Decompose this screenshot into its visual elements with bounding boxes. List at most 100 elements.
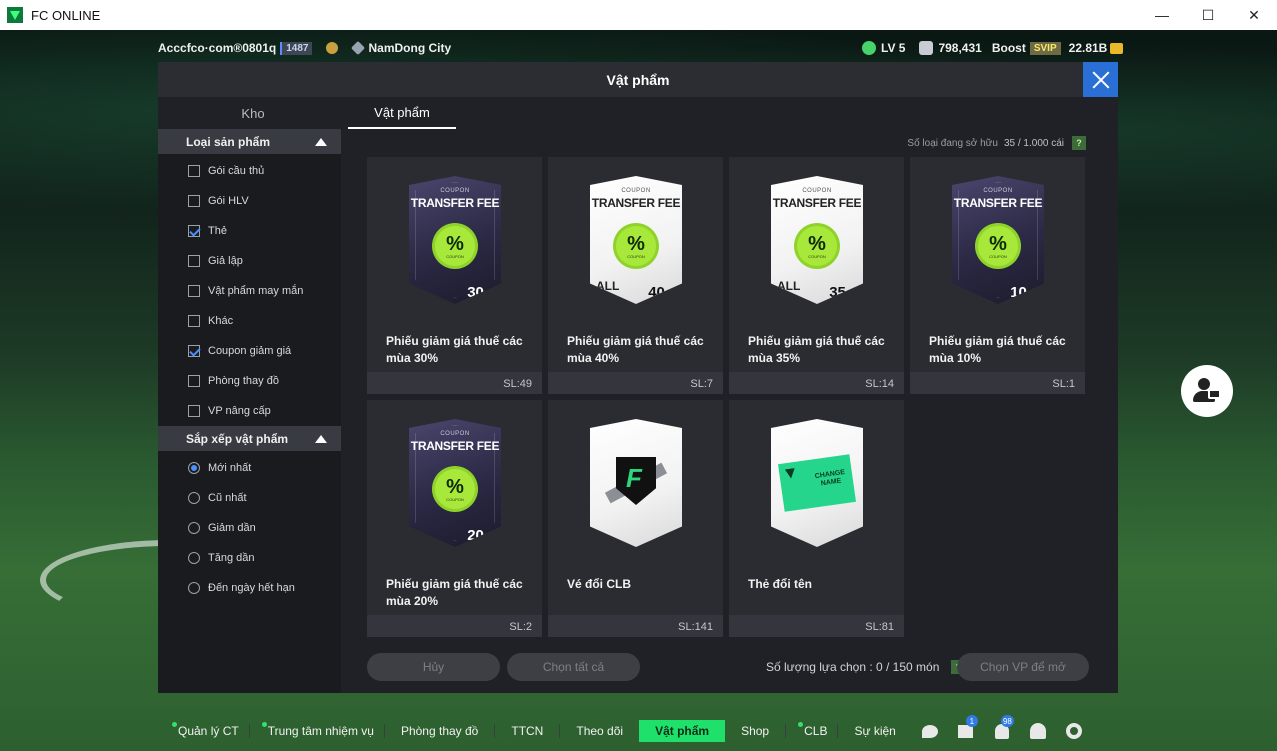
bp-coin-icon xyxy=(1110,42,1124,54)
help-icon[interactable]: ? xyxy=(1072,136,1086,150)
notification-dot xyxy=(261,722,267,727)
filter-option[interactable]: Giả lập xyxy=(158,246,341,276)
select-all-button[interactable]: Chọn tất cả xyxy=(507,653,640,681)
checkbox[interactable] xyxy=(188,405,200,417)
nav-item[interactable]: Quản lý CT xyxy=(160,720,249,742)
notification-dot xyxy=(172,722,177,727)
filter-option[interactable]: Coupon giảm giá xyxy=(158,336,341,366)
chat-icon[interactable] xyxy=(912,718,948,744)
cancel-button[interactable]: Hủy xyxy=(367,653,500,681)
filter-option[interactable]: Gói cầu thủ xyxy=(158,156,341,186)
mailbox-icon[interactable]: 1 xyxy=(948,715,984,744)
item-card[interactable]: COUPON TRANSFER FEE% COUPON 30% DISCOUNT Phiế… xyxy=(367,157,542,394)
item-quantity: SL:81 xyxy=(865,621,894,633)
settings-gear-icon[interactable] xyxy=(1056,718,1092,744)
item-quantity: SL:49 xyxy=(503,378,532,390)
filter-option[interactable]: VP nâng cấp xyxy=(158,396,341,426)
discount-caption: BONUS xyxy=(835,300,853,306)
item-name: Phiếu giảm giá thuế các mùa 35% xyxy=(748,334,885,365)
hud-account: Acccfco·com®0801q 1487 NamDong City xyxy=(158,38,451,58)
checkbox[interactable] xyxy=(188,315,200,327)
checkbox[interactable] xyxy=(188,195,200,207)
tab-kho[interactable]: Kho xyxy=(158,97,348,129)
checkbox[interactable] xyxy=(188,285,200,297)
product-type-title: Loại sản phẩm xyxy=(186,134,271,149)
filter-option[interactable]: Khác xyxy=(158,306,341,336)
close-window-button[interactable]: ✕ xyxy=(1231,0,1277,30)
radio-button[interactable] xyxy=(188,522,200,534)
notification-bell-icon[interactable]: 98 xyxy=(984,715,1020,744)
checkbox[interactable] xyxy=(188,255,200,267)
nav-item[interactable]: Phòng thay đồ xyxy=(385,720,494,742)
discount-number: 35 xyxy=(829,284,846,301)
close-dialog-button[interactable] xyxy=(1083,62,1118,97)
window-title: FC ONLINE xyxy=(31,7,101,23)
club-ticket-image xyxy=(590,419,682,547)
coupon-title: TRANSFER FEE xyxy=(591,196,681,210)
nav-item[interactable]: TTCN xyxy=(495,720,559,742)
sort-header[interactable]: Sắp xếp vật phẩm xyxy=(158,426,341,451)
sort-option-label: Giảm dần xyxy=(208,522,256,534)
maximize-button[interactable]: ☐ xyxy=(1185,0,1231,30)
community-chat-button[interactable] xyxy=(1181,365,1233,417)
item-card[interactable]: COUPON TRANSFER FEE% COUPON 35% BONUS ALL CLAS… xyxy=(729,157,904,394)
collapse-arrow-icon[interactable] xyxy=(315,137,327,146)
nav-item[interactable]: Trung tâm nhiệm vụ xyxy=(250,720,384,742)
filter-option[interactable]: Vật phẩm may mắn xyxy=(158,276,341,306)
tab-vat-pham[interactable]: Vật phẩm xyxy=(348,97,456,129)
coupon-card-image: COUPON TRANSFER FEE% COUPON 30% DISCOUNT xyxy=(409,176,501,304)
checkbox[interactable] xyxy=(188,345,200,357)
filter-option-label: Vật phẩm may mắn xyxy=(208,285,304,297)
badge-label: COUPON xyxy=(446,496,464,502)
percent-badge-icon: % COUPON xyxy=(616,226,656,266)
nav-label: Phòng thay đồ xyxy=(400,724,479,738)
radio-button[interactable] xyxy=(188,582,200,594)
sort-option[interactable]: Mới nhất xyxy=(158,453,341,483)
item-name: Phiếu giảm giá thuế các mùa 10% xyxy=(929,334,1066,365)
radio-button[interactable] xyxy=(188,552,200,564)
radio-button[interactable] xyxy=(188,462,200,474)
sort-option[interactable]: Đến ngày hết hạn xyxy=(158,573,341,603)
fc-online-logo-icon xyxy=(7,7,23,23)
filter-option-label: VP nâng cấp xyxy=(208,405,271,417)
product-type-header[interactable]: Loại sản phẩm xyxy=(158,129,341,154)
discount-number: 30 xyxy=(467,284,484,301)
team-name[interactable]: NamDong City xyxy=(368,41,451,55)
item-card[interactable]: CHANGE NAME Thẻ đổi tên SL:81 xyxy=(729,400,904,637)
open-items-button[interactable]: Chọn VP để mở xyxy=(957,653,1089,681)
coupon-small-label: COUPON xyxy=(440,431,470,437)
filter-option[interactable]: Thẻ xyxy=(158,216,341,246)
item-card[interactable]: COUPON TRANSFER FEE% COUPON 40% BONUS ALL CLAS… xyxy=(548,157,723,394)
item-quantity: SL:1 xyxy=(1052,378,1075,390)
checkbox[interactable] xyxy=(188,165,200,177)
filter-option[interactable]: Phòng thay đồ xyxy=(158,366,341,396)
checkbox[interactable] xyxy=(188,375,200,387)
nav-item[interactable]: Theo dõi xyxy=(560,720,639,742)
item-card[interactable]: COUPON TRANSFER FEE% COUPON 20% DISCOUNT Phiế… xyxy=(367,400,542,637)
boost-label[interactable]: Boost xyxy=(992,41,1026,55)
selected-count-text: Số lượng lựa chọn : 0 / 150 món xyxy=(766,660,940,674)
discount-percent: % xyxy=(1026,290,1034,299)
filter-option[interactable]: Gói HLV xyxy=(158,186,341,216)
nav-item[interactable]: Vật phẩm xyxy=(639,720,726,742)
coupon-card-image: COUPON TRANSFER FEE% COUPON 20% DISCOUNT xyxy=(409,419,501,547)
radio-button[interactable] xyxy=(188,492,200,504)
all-text: ALL xyxy=(596,279,620,293)
profile-icon[interactable] xyxy=(1020,718,1056,744)
checkbox[interactable] xyxy=(188,225,200,237)
coupon-small-label: COUPON xyxy=(802,188,832,194)
item-card[interactable]: Vé đổi CLB SL:141 xyxy=(548,400,723,637)
nav-label: Shop xyxy=(741,724,770,738)
nav-item[interactable]: Shop xyxy=(725,720,785,742)
percent-symbol: % xyxy=(446,475,464,498)
sort-option[interactable]: Tăng dần xyxy=(158,543,341,573)
item-quantity: SL:141 xyxy=(678,621,713,633)
minimize-button[interactable]: — xyxy=(1139,0,1185,30)
sort-option[interactable]: Cũ nhất xyxy=(158,483,341,513)
nav-item[interactable]: Sự kiện xyxy=(838,720,911,742)
sort-option[interactable]: Giảm dần xyxy=(158,513,341,543)
item-card[interactable]: COUPON TRANSFER FEE% COUPON 10% DISCOUNT Phiế… xyxy=(910,157,1085,394)
account-name[interactable]: Acccfco·com®0801q xyxy=(158,41,276,55)
collapse-arrow-icon[interactable] xyxy=(315,434,327,443)
nav-item[interactable]: CLB xyxy=(786,720,837,742)
